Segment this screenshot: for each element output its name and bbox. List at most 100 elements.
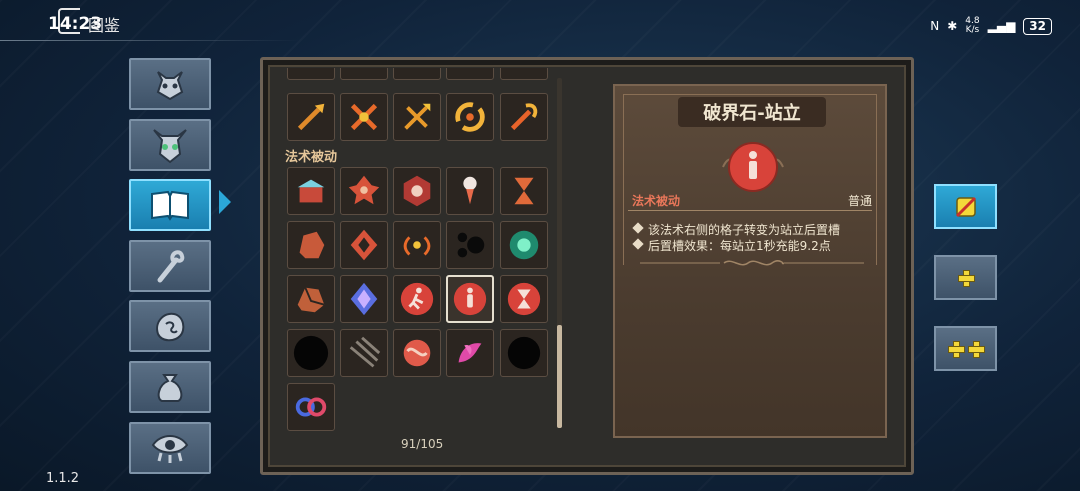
bag-icon: [157, 374, 183, 402]
item-slot[interactable]: [340, 93, 388, 141]
item-slot[interactable]: [393, 68, 441, 80]
hourglass-stone-icon: [507, 282, 541, 316]
eye-icon: [151, 435, 189, 463]
detail-title: 破界石-站立: [678, 97, 826, 127]
nav-horned-mask[interactable]: [129, 119, 211, 171]
item-slot[interactable]: [393, 221, 441, 269]
item-slot-selected[interactable]: [446, 275, 494, 323]
petal-icon: [458, 343, 482, 363]
net-speed-unit: K/s: [965, 25, 980, 35]
bluetooth-icon: ✱: [947, 19, 958, 33]
item-slot[interactable]: [287, 275, 335, 323]
demon-face-icon: [156, 71, 184, 101]
item-slot[interactable]: [393, 167, 441, 215]
header-divider: [0, 40, 300, 41]
scrollbar-thumb[interactable]: [557, 325, 562, 428]
net-speed: 4.8 K/s: [965, 17, 979, 35]
signal-rune-icon: [403, 236, 431, 256]
category-tag: 法术被动: [632, 194, 681, 208]
item-slot[interactable]: [446, 167, 494, 215]
detail-standing-stone-icon: [722, 142, 784, 192]
shadow-swarm-icon: [457, 232, 485, 258]
jade-orb-icon: [509, 230, 539, 260]
item-slot[interactable]: [340, 275, 388, 323]
item-slot[interactable]: [340, 329, 388, 377]
item-slot[interactable]: [287, 167, 335, 215]
link-loop-icon: [295, 397, 327, 417]
hex-eye-icon: [403, 175, 431, 207]
item-slot[interactable]: [287, 93, 335, 141]
nfc-icon: N: [930, 19, 940, 33]
signal-icon: ▂▄▆: [987, 19, 1016, 33]
item-slot[interactable]: [393, 329, 441, 377]
item-slot[interactable]: [340, 167, 388, 215]
standing-stone-icon: [453, 282, 487, 316]
item-slot[interactable]: [500, 167, 548, 215]
item-slot[interactable]: [446, 221, 494, 269]
swirl-stone-icon: [403, 339, 431, 367]
ornament-divider: [640, 260, 864, 266]
slot-single-button[interactable]: [934, 184, 997, 229]
nav-bag[interactable]: [129, 361, 211, 413]
nav-eye[interactable]: [129, 422, 211, 474]
page-title: 图鉴: [88, 16, 121, 35]
triple-line-icon: [349, 336, 381, 368]
item-slot[interactable]: [393, 275, 441, 323]
crystal-icon: [350, 282, 378, 316]
hourglass-icon: [514, 177, 534, 205]
stone-icon: [156, 312, 185, 342]
horned-mask-icon: [153, 129, 187, 164]
item-slot[interactable]: [500, 221, 548, 269]
chest-icon: [297, 179, 325, 203]
collection-counter: 91/105: [401, 437, 444, 451]
item-slot[interactable]: [287, 383, 335, 431]
item-slot[interactable]: [446, 93, 494, 141]
running-stone-icon: [400, 282, 434, 316]
diamond-bullet-icon: [632, 222, 644, 234]
hook-arrow-icon: [510, 103, 538, 131]
description-line: 后置槽效果：每站立1秒充能9.2点: [632, 237, 831, 254]
flower-rune-icon: [348, 175, 380, 205]
description-line: 该法术右侧的格子转变为站立后置槽: [632, 221, 841, 238]
spirit-figure-icon: [463, 176, 477, 205]
battery-indicator: 32: [1023, 17, 1052, 35]
description-text: 该法术右侧的格子转变为站立后置槽: [648, 223, 841, 237]
rock-icon: [299, 231, 325, 259]
nav-stone[interactable]: [129, 300, 211, 352]
book-icon: [151, 190, 189, 221]
rarity-tag: 普通: [848, 194, 873, 208]
item-slot[interactable]: [500, 93, 548, 141]
split-arrow-icon: [404, 103, 431, 130]
version-label: 1.1.2: [46, 471, 80, 486]
slot-double-plus-button[interactable]: [934, 326, 997, 371]
plus-icon: [957, 269, 975, 287]
nav-demon-face[interactable]: [129, 58, 211, 110]
item-slot[interactable]: [446, 329, 494, 377]
detail-divider: [628, 210, 872, 211]
item-slot[interactable]: [500, 329, 548, 377]
system-status: N ✱ 4.8 K/s ▂▄▆ 32: [930, 17, 1052, 35]
burst-icon: [350, 103, 378, 131]
item-slot[interactable]: [340, 68, 388, 80]
item-slot[interactable]: [500, 68, 548, 80]
vortex-icon: [455, 102, 485, 132]
nav-book[interactable]: [129, 179, 211, 231]
item-slot[interactable]: [340, 221, 388, 269]
nav-selection-arrow: [219, 190, 231, 214]
void-orb-icon: [293, 335, 329, 371]
plus-icon: [967, 340, 985, 358]
item-slot[interactable]: [287, 329, 335, 377]
diamond-bullet-icon: [632, 238, 644, 250]
item-slot[interactable]: [393, 93, 441, 141]
item-slot[interactable]: [287, 221, 335, 269]
slot-plus-button[interactable]: [934, 255, 997, 300]
nav-staff[interactable]: [129, 240, 211, 292]
item-slot[interactable]: [446, 68, 494, 80]
section-label: 法术被动: [285, 150, 338, 165]
item-slot[interactable]: [287, 68, 335, 80]
diamond-rune-icon: [350, 229, 378, 261]
item-slot[interactable]: [500, 275, 548, 323]
staff-icon: [157, 250, 185, 283]
description-text: 后置槽效果：每站立1秒充能9.2点: [648, 239, 831, 253]
collection-grid[interactable]: [278, 68, 560, 468]
